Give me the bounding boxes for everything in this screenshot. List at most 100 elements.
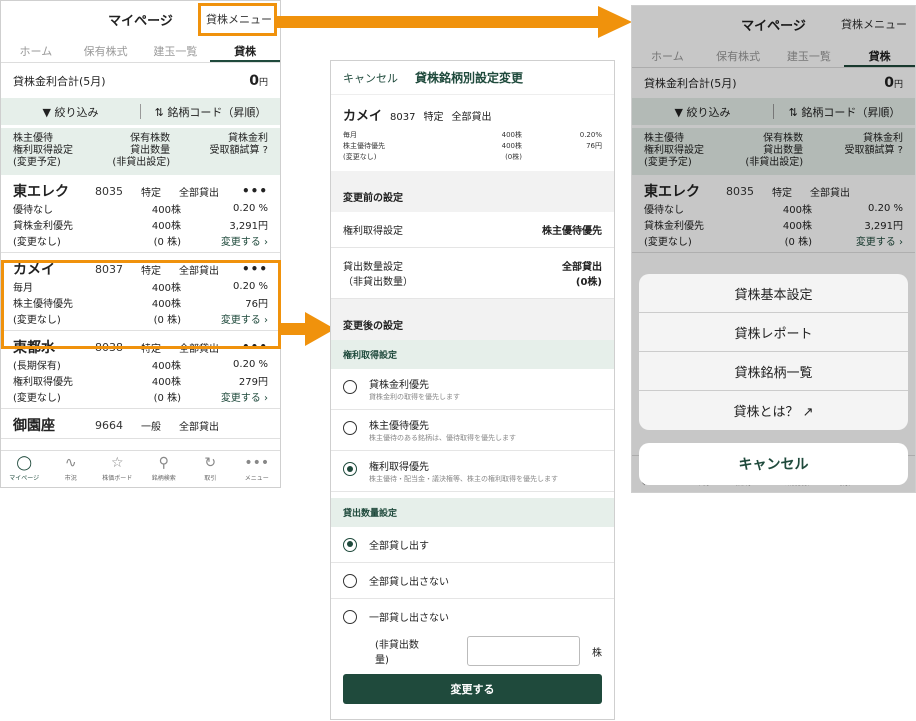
person-icon: ◯: [16, 455, 33, 471]
rights-subheader: 権利取得設定: [331, 340, 614, 369]
sort-button[interactable]: ⇅ 銘柄コード（昇順）: [141, 104, 280, 120]
radio-button[interactable]: [343, 421, 357, 435]
option-label: 貸株金利優先: [369, 380, 429, 391]
divider: [331, 299, 614, 309]
radio-button-selected[interactable]: [343, 462, 357, 476]
cell: 400株: [151, 220, 181, 232]
sort-icon: ⇅: [154, 105, 164, 119]
header: キャンセル 貸株銘柄別設定変更: [331, 61, 614, 94]
nav-trade[interactable]: ↻ 取引: [187, 451, 234, 487]
cell: (変更なし): [13, 236, 61, 248]
cell: 権利取得優先: [13, 376, 73, 388]
cell: (長期保有): [13, 360, 61, 372]
submit-button[interactable]: 変更する: [343, 674, 602, 704]
cell: 279円: [238, 376, 268, 388]
page-title: マイページ: [108, 14, 173, 29]
page-title: 貸株銘柄別設定変更: [415, 71, 524, 85]
interest-total: 貸株金利合計(5月) 0円: [1, 63, 280, 98]
arrow-right-icon: [281, 312, 335, 346]
highlight-menu: [198, 3, 277, 36]
menu-item-report[interactable]: 貸株レポート: [639, 313, 908, 352]
cell: 優待なし: [13, 204, 53, 216]
lend-status: 全部貸出: [451, 112, 492, 123]
radio-button[interactable]: [343, 380, 357, 394]
col3-line: 受取額試算 ?: [209, 145, 269, 156]
stock-row: 東エレク 8035 特定 全部貸出 ••• 優待なし 400株 0.20 % 貸株金…: [1, 175, 280, 253]
nav-search[interactable]: ⚲ 銘柄検索: [141, 451, 188, 487]
cancel-button[interactable]: キャンセル: [343, 70, 415, 86]
before-lend-value: 全部貸出: [562, 262, 602, 273]
cell: 株主優待優先: [343, 142, 385, 150]
cell: (変更なし): [13, 392, 61, 404]
nav-mypage[interactable]: ◯ マイページ: [1, 451, 48, 487]
cell: 400株: [501, 131, 522, 139]
cell: (0 株): [153, 392, 181, 404]
quantity-input[interactable]: [467, 636, 580, 666]
filter-label: 絞り込み: [54, 105, 99, 119]
before-lend-row: 貸出数量設定 （非貸出数量） 全部貸出 (0株): [331, 248, 614, 299]
cell: 400株: [151, 376, 181, 388]
nav-label: 株価ボード: [102, 475, 133, 482]
col1-line: 権利取得設定: [13, 145, 73, 156]
nav-board[interactable]: ☆ 株価ボード: [94, 451, 141, 487]
filter-button[interactable]: ▼ 絞り込み: [1, 104, 140, 120]
tab-lending[interactable]: 貸株: [210, 38, 280, 62]
col3-line: 貸株金利: [228, 133, 268, 144]
lend-status: 全部貸出: [179, 421, 219, 433]
option-desc: 貸株金利の取得を優先します: [369, 393, 460, 401]
cell: (変更なし): [343, 153, 377, 161]
stock-summary: カメイ 8037 特定 全部貸出 毎月 400株 0.20% 株主優待優先 400株 7…: [331, 94, 614, 171]
interest-total-unit: 円: [258, 77, 268, 88]
radio-button[interactable]: [343, 609, 357, 624]
col2-line: 保有株数: [130, 133, 171, 144]
stock-name: カメイ: [343, 109, 383, 124]
before-lend-sub: （非貸出数量）: [343, 277, 413, 288]
menu-item-stock-list[interactable]: 貸株銘柄一覧: [639, 352, 908, 391]
change-link[interactable]: 変更する ›: [181, 233, 268, 248]
cell: 0.20%: [579, 131, 602, 139]
star-icon: ☆: [110, 455, 124, 471]
lend-option-partial[interactable]: 一部貸し出さない: [331, 599, 614, 634]
account-type: 特定: [423, 112, 444, 123]
account-type: 特定: [141, 187, 161, 199]
column-2: 保有株数 貸出数量 (非貸出設定): [112, 133, 170, 169]
radio-button[interactable]: [343, 573, 357, 588]
nav-label: 銘柄検索: [151, 475, 176, 482]
option-desc: 株主優待・配当金・議決権等、株主の権利取得を優先します: [369, 475, 558, 483]
stock-row: 御園座 9664 一般 全部貸出: [1, 409, 280, 439]
nav-label: マイページ: [9, 475, 40, 482]
nav-menu[interactable]: ••• メニュー: [234, 451, 281, 487]
menu-item-about[interactable]: 貸株とは？ ↗: [639, 391, 908, 430]
rights-option-interest[interactable]: 貸株金利優先貸株金利の取得を優先します: [331, 369, 614, 410]
column-1: 株主優待 権利取得設定 (変更予定): [13, 133, 73, 169]
cell: 0.20 %: [233, 358, 268, 370]
col2-line: (非貸出設定): [112, 157, 171, 168]
rights-option-rights[interactable]: 権利取得優先株主優待・配当金・議決権等、株主の権利取得を優先します: [331, 451, 614, 492]
option-label: 権利取得優先: [369, 462, 429, 473]
action-sheet: 貸株基本設定 貸株レポート 貸株銘柄一覧 貸株とは？ ↗: [639, 274, 908, 430]
before-rights-row: 権利取得設定 株主優待優先: [331, 212, 614, 248]
partial-label: (非貸出数量): [375, 640, 419, 666]
before-rights-label: 権利取得設定: [343, 226, 403, 237]
sheet-cancel-button[interactable]: キャンセル: [639, 443, 908, 485]
filter-bar: ▼ 絞り込み ⇅ 銘柄コード（昇順）: [1, 98, 280, 125]
stock-code: 8035: [95, 184, 123, 198]
more-icon[interactable]: •••: [242, 184, 268, 198]
interest-total-value: 0: [249, 72, 259, 89]
tab-positions[interactable]: 建玉一覧: [141, 38, 211, 62]
bottom-nav: ◯ マイページ ∿ 市況 ☆ 株価ボード ⚲ 銘柄検索 ↻ 取引 ••• メニュー: [1, 450, 280, 487]
cell: (0株): [505, 153, 522, 161]
rights-option-yutai[interactable]: 株主優待優先 株主優待のある銘柄は、優待取得を優先します: [331, 410, 614, 451]
menu-item-basic-settings[interactable]: 貸株基本設定: [639, 274, 908, 313]
lend-option-all[interactable]: 全部貸し出す: [331, 527, 614, 563]
lend-option-none[interactable]: 全部貸し出さない: [331, 563, 614, 599]
tab-holdings[interactable]: 保有株式: [71, 38, 141, 62]
tab-home[interactable]: ホーム: [1, 38, 71, 62]
cell: 貸株金利優先: [13, 220, 73, 232]
radio-button-selected[interactable]: [343, 537, 357, 552]
tab-bar: ホーム 保有株式 建玉一覧 貸株: [1, 38, 280, 63]
nav-label: 市況: [64, 475, 77, 482]
change-link[interactable]: 変更する ›: [181, 389, 268, 404]
col1-line: (変更予定): [13, 157, 61, 168]
nav-market[interactable]: ∿ 市況: [48, 451, 95, 487]
